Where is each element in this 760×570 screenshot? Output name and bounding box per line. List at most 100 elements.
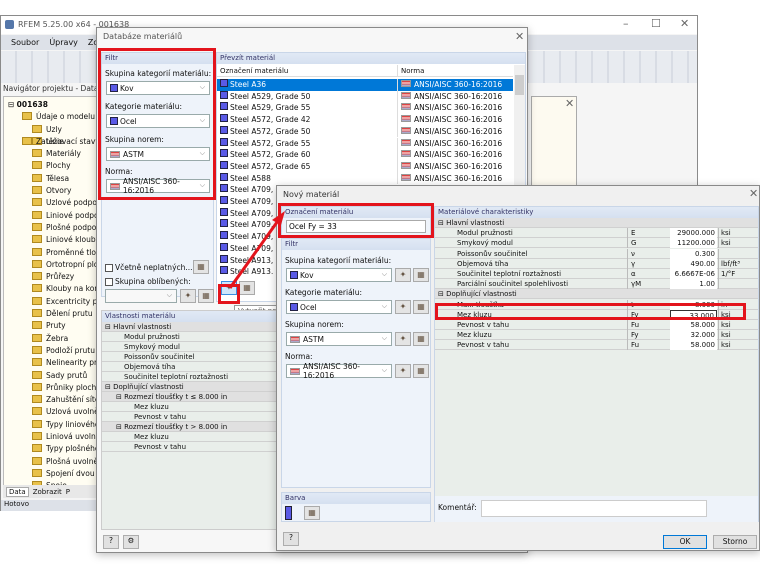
tree-item[interactable]: Plochy [8, 160, 96, 172]
tree-item[interactable]: Uzly [8, 124, 96, 136]
tree-item[interactable]: Plošné podpory [8, 222, 96, 234]
close-button[interactable]: ✕ [749, 187, 758, 200]
material-group-select[interactable]: Kov ⌵ [286, 268, 392, 282]
tree-item[interactable]: Pruty [8, 320, 96, 332]
column-header-norm[interactable]: Norma [397, 65, 424, 77]
include-invalid-checkbox[interactable]: Včetně neplatných... [105, 263, 193, 272]
value-cell[interactable]: 1.00 [670, 279, 717, 290]
material-row[interactable]: Steel A572, Grade 42 ANSI/AISC 360-16:201… [217, 114, 513, 126]
value-cell[interactable]: 58.000 [670, 320, 717, 330]
material-row[interactable]: Steel A529, Grade 55 ANSI/AISC 360-16:201… [217, 102, 513, 115]
tab-zobrazit[interactable]: Zobrazit [33, 488, 62, 496]
tree-model[interactable]: Údaje o modelu [8, 111, 96, 123]
material-row[interactable]: Steel A572, Grade 65 ANSI/AISC 360-16:201… [217, 160, 513, 173]
tree-root[interactable]: ⊟ 001638 [8, 99, 96, 111]
edit-icon[interactable]: ▦ [413, 268, 429, 282]
folder-icon [32, 444, 42, 453]
tree-item[interactable]: Podloží prutu [8, 345, 96, 357]
norm-group-select[interactable]: ASTM ⌵ [286, 332, 392, 346]
material-row[interactable]: Steel A588 ANSI/AISC 360-16:2016 [217, 172, 513, 185]
material-row[interactable]: Steel A529, Grade 50 ANSI/AISC 360-16:201… [217, 90, 513, 103]
value-cell[interactable]: 0.300 [670, 248, 717, 259]
material-row[interactable]: Steel A572, Grade 50 ANSI/AISC 360-16:201… [217, 125, 513, 138]
color-picker-button[interactable]: ▦ [304, 506, 320, 520]
tree-loads[interactable]: Zatěžovací stavy a kombinace [8, 136, 96, 148]
menu-soubor[interactable]: Soubor [11, 38, 39, 47]
table-header: Označení materiálu Norma [217, 65, 513, 77]
help-button[interactable]: ? [283, 532, 299, 546]
tree-item[interactable]: Zahuštění sítě [8, 394, 96, 406]
tree-item[interactable]: Klouby na koncích prutů [8, 283, 96, 295]
tab-p[interactable]: P [66, 488, 70, 496]
value-cell[interactable]: 11200.000 [670, 238, 717, 249]
database-icon[interactable]: ▦ [193, 260, 209, 274]
maximize-button[interactable]: ☐ [651, 17, 661, 30]
tree-item[interactable]: Tělesa [8, 173, 96, 185]
edit-material-button[interactable]: ▦ [239, 281, 255, 295]
tree-item[interactable]: Uzlová uvolnění [8, 406, 96, 418]
column-header-name[interactable]: Označení materiálu [220, 65, 288, 77]
folder-icon [32, 395, 42, 404]
tree-item[interactable]: Sady prutů [8, 370, 96, 382]
folder-icon [32, 358, 42, 367]
tree-item[interactable]: Průřezy [8, 271, 96, 283]
menu-upravy[interactable]: Úpravy [49, 38, 78, 47]
tree-item[interactable]: Nelinearity prutů [8, 357, 96, 369]
close-button[interactable]: ✕ [515, 30, 524, 43]
favorites-checkbox[interactable]: Skupina oblíbených: [105, 277, 191, 286]
color-swatch[interactable] [285, 506, 292, 520]
tree-item[interactable]: Materiály [8, 148, 96, 160]
value-cell[interactable]: 6.6667E-06 [670, 269, 717, 279]
material-row[interactable]: Steel A572, Grade 55 ANSI/AISC 360-16:201… [217, 137, 513, 150]
panel-header: Převzít materiál [217, 53, 525, 64]
favorites-select[interactable]: ⌵ [105, 289, 177, 303]
tree-item[interactable]: Uzlové podpory [8, 197, 96, 209]
tree-item[interactable]: Typy plošného uvolnění [8, 443, 96, 455]
close-button[interactable]: ✕ [680, 17, 689, 30]
minimize-button[interactable]: – [623, 17, 629, 30]
new-favorite-icon[interactable]: ✦ [180, 289, 196, 303]
tree-item[interactable]: Liniová uvolnění [8, 431, 96, 443]
new-icon[interactable]: ✦ [395, 364, 411, 378]
cancel-button[interactable]: Storno [713, 535, 757, 549]
edit-icon[interactable]: ▦ [413, 364, 429, 378]
comment-input[interactable] [481, 500, 707, 517]
material-category-select[interactable]: Ocel ⌵ [286, 300, 392, 314]
tree-item[interactable]: Liniové klouby [8, 234, 96, 246]
new-icon[interactable]: ✦ [395, 332, 411, 346]
units-button[interactable]: ⚙ [123, 535, 139, 549]
value-cell[interactable]: 490.00 [670, 258, 717, 269]
edit-icon[interactable]: ▦ [413, 300, 429, 314]
norm-select[interactable]: ANSI/AISC 360-16:2016 ⌵ [286, 362, 392, 380]
tree-item[interactable]: Plošná uvolnění [8, 456, 96, 468]
panel-header: Vlastnosti materiálu [102, 311, 280, 322]
help-button[interactable]: ? [103, 535, 119, 549]
property-row: ⊟ Rozmezí tloušťky t > 8.000 in [102, 422, 280, 432]
tree-item[interactable]: Liniové podpory [8, 210, 96, 222]
value-cell[interactable]: 29000.000 [670, 228, 717, 239]
value-cell[interactable]: 32.000 [670, 330, 717, 341]
tree-item[interactable]: Průniky ploch [8, 382, 96, 394]
ok-button[interactable]: OK [663, 535, 707, 549]
tree-item[interactable]: Žebra [8, 333, 96, 345]
tree-item[interactable]: Proměnné tloušťky [8, 247, 96, 259]
property-row: Pevnost v tahu [102, 442, 280, 452]
new-icon[interactable]: ✦ [395, 300, 411, 314]
tree-item[interactable]: Dělení prutu [8, 308, 96, 320]
material-row[interactable]: Steel A36 ANSI/AISC 360-16:2016 [217, 79, 513, 91]
folder-icon [32, 210, 42, 219]
tab-data[interactable]: Data [6, 486, 29, 497]
folder-icon [32, 456, 42, 465]
tree-item[interactable]: Spojení dvou prutů [8, 468, 96, 480]
tree-item[interactable]: Ortotropní plochy [8, 259, 96, 271]
edit-icon[interactable]: ▦ [413, 332, 429, 346]
value-cell[interactable]: 58.000 [670, 340, 717, 351]
edit-favorite-icon[interactable]: ▦ [198, 289, 214, 303]
material-row[interactable]: Steel A572, Grade 60 ANSI/AISC 360-16:201… [217, 149, 513, 161]
close-icon[interactable]: ✕ [565, 97, 574, 110]
tree-item[interactable]: Excentricity prutů [8, 296, 96, 308]
app-logo-icon [5, 20, 14, 29]
tree-item[interactable]: Otvory [8, 185, 96, 197]
new-icon[interactable]: ✦ [395, 268, 411, 282]
tree-item[interactable]: Typy liniového uvolnění [8, 419, 96, 431]
